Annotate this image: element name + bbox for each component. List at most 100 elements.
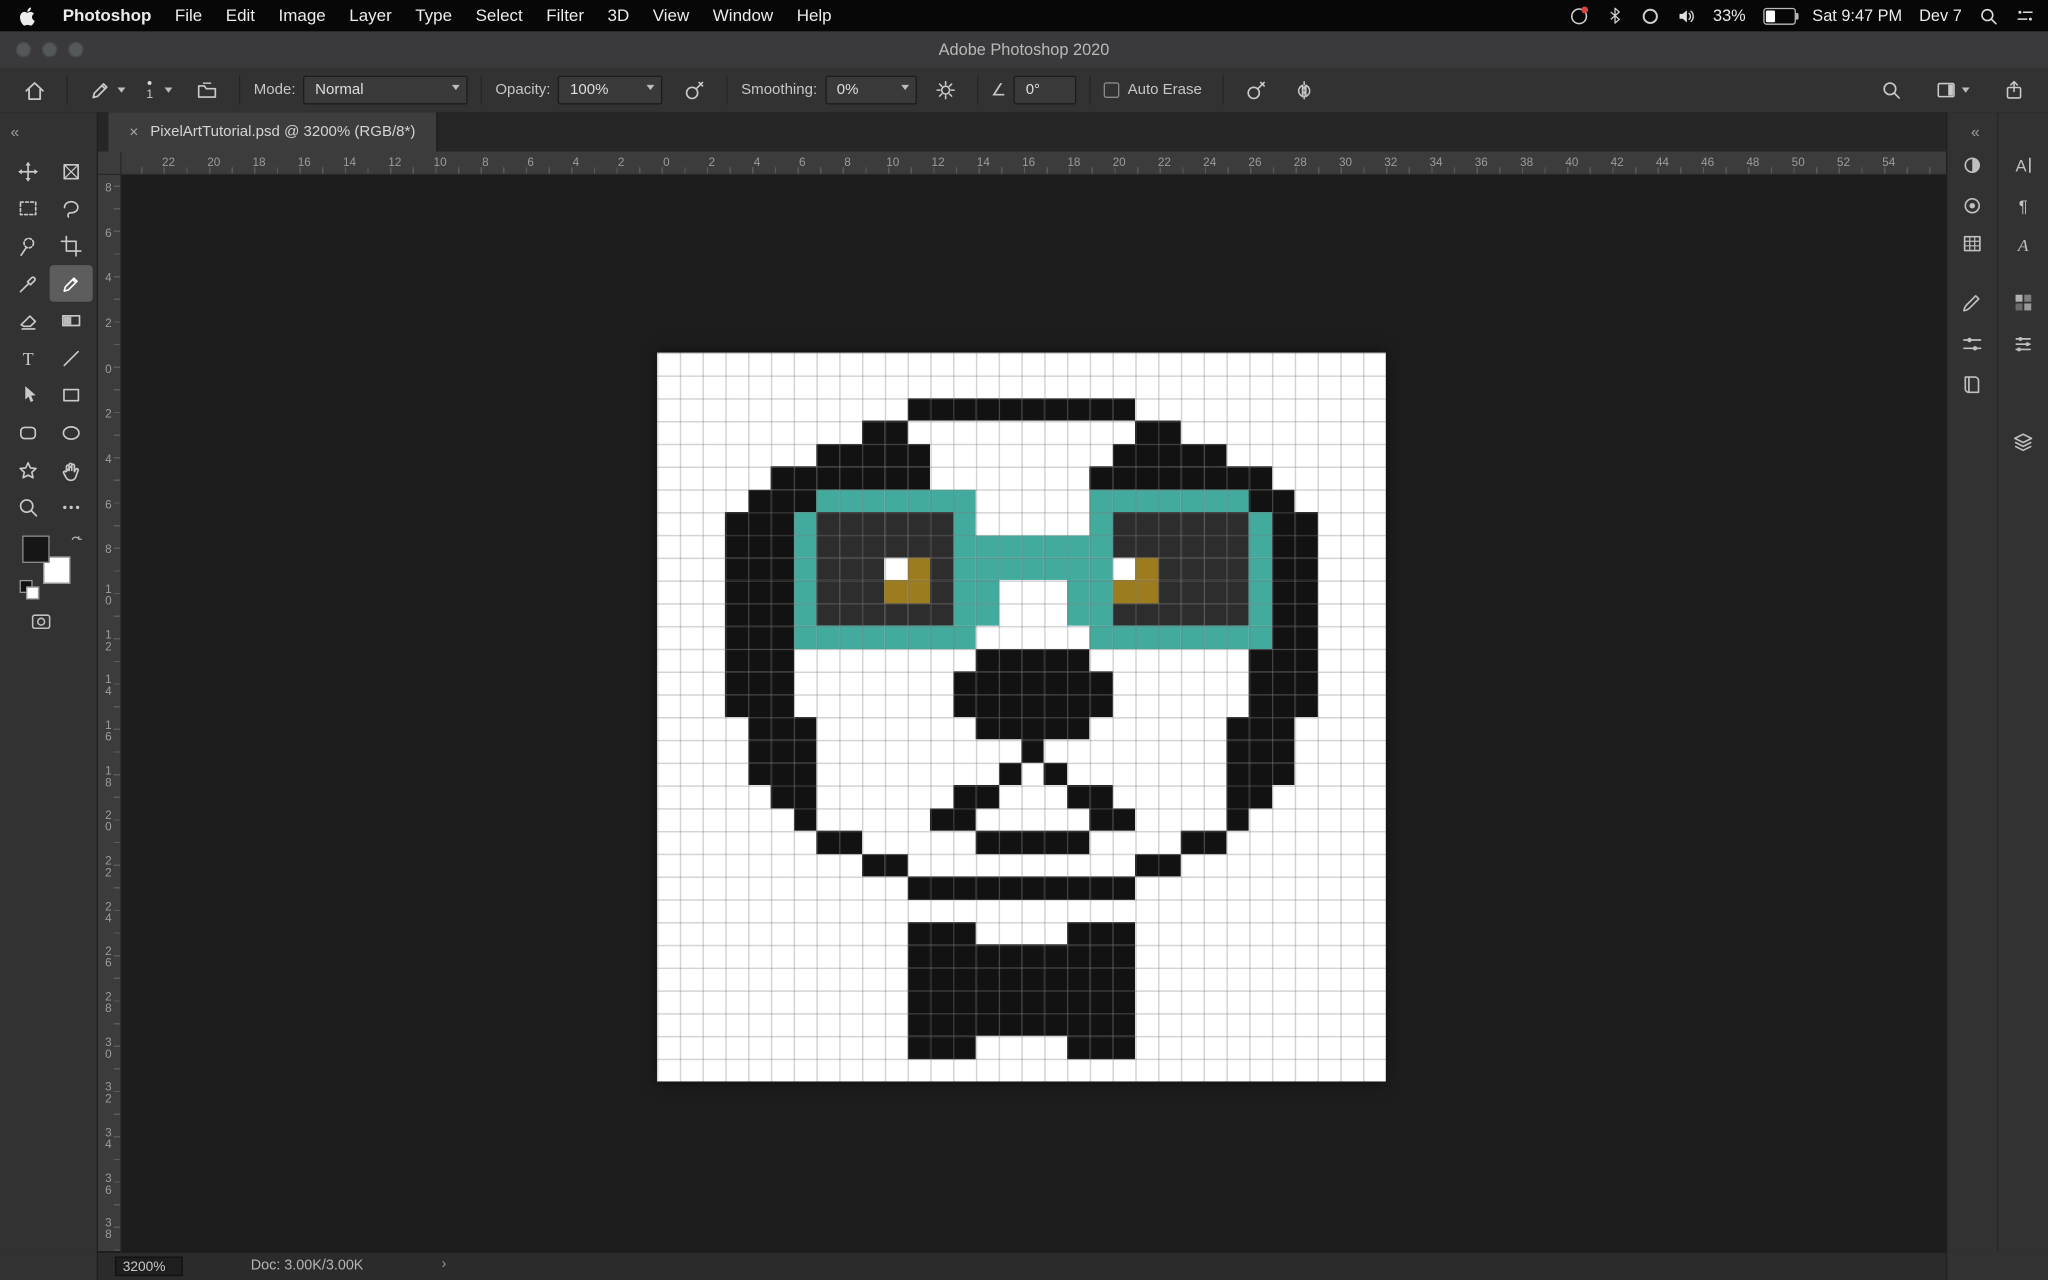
gradient-tool[interactable] (50, 302, 93, 339)
swap-colors-icon[interactable] (69, 533, 86, 550)
eyedropper-tool[interactable] (7, 265, 50, 302)
collapse-tools-icon[interactable]: « (10, 123, 19, 141)
panel-icon-paragraph[interactable]: ¶ (2012, 195, 2034, 217)
type-tool[interactable]: T (7, 340, 50, 377)
apple-menu-icon[interactable] (0, 6, 51, 26)
frame-tool[interactable] (50, 153, 93, 190)
panel-icon-character[interactable]: A (2012, 154, 2034, 176)
quick-select-tool[interactable] (7, 228, 50, 265)
bluetooth-icon[interactable] (1606, 7, 1623, 25)
pixel (839, 489, 862, 512)
pixel (1226, 785, 1249, 808)
pixel (885, 467, 908, 490)
panel-icon-glyphs[interactable]: A (2012, 234, 2034, 256)
panel-icon-color[interactable] (1961, 195, 1983, 217)
line-tool[interactable] (50, 340, 93, 377)
pixel (908, 1013, 931, 1036)
pixel (1135, 854, 1158, 877)
panel-icon-adjustments[interactable] (1961, 154, 1983, 176)
auto-erase-checkbox[interactable] (1104, 82, 1120, 98)
menu-item-filter[interactable]: Filter (535, 0, 596, 31)
panel-icon-tool-presets[interactable] (1961, 333, 1983, 355)
spotlight-icon[interactable] (1979, 6, 1999, 26)
eraser-tool[interactable] (7, 302, 50, 339)
volume-icon[interactable] (1676, 6, 1696, 26)
menu-item-image[interactable]: Image (267, 0, 338, 31)
home-button[interactable] (16, 79, 54, 101)
menu-clock[interactable]: Sat 9:47 PM (1812, 7, 1902, 25)
search-icon[interactable] (1873, 80, 1910, 101)
zoom-window-button[interactable] (68, 42, 84, 58)
quick-mask-icon[interactable] (29, 611, 54, 632)
control-center-icon[interactable] (2015, 7, 2035, 25)
crop-tool[interactable] (50, 228, 93, 265)
app-badge-icon[interactable] (1568, 5, 1589, 26)
panel-icon-layers[interactable] (2012, 431, 2034, 453)
pixel (1272, 626, 1295, 649)
menu-item-help[interactable]: Help (785, 0, 843, 31)
status-ring-icon[interactable] (1640, 6, 1660, 26)
close-tab-icon[interactable]: × (129, 123, 138, 141)
document-viewport (121, 175, 1946, 1251)
pixel (771, 672, 794, 695)
opacity-pressure-icon[interactable] (676, 79, 714, 101)
pixel (1135, 580, 1158, 603)
panel-icon-properties[interactable] (2012, 333, 2034, 355)
menu-item-photoshop[interactable]: Photoshop (51, 0, 163, 31)
pixel (953, 489, 976, 512)
hand-tool[interactable] (50, 452, 93, 489)
share-icon[interactable] (1996, 80, 2033, 101)
lasso-tool[interactable] (50, 190, 93, 227)
marquee-tool[interactable] (7, 190, 50, 227)
menu-item-select[interactable]: Select (464, 0, 535, 31)
panel-icon-swatches[interactable] (2012, 291, 2034, 313)
zoom-tool[interactable] (7, 489, 50, 526)
mode-dropdown[interactable]: Normal (303, 76, 468, 105)
menu-device[interactable]: Dev 7 (1919, 7, 1962, 25)
panel-icon-brush-settings[interactable] (1961, 291, 1983, 313)
zoom-level-field[interactable]: 3200% (115, 1256, 183, 1276)
menu-item-layer[interactable]: Layer (337, 0, 403, 31)
brush-picker-caret[interactable] (165, 88, 173, 93)
canvas[interactable] (657, 353, 1386, 1082)
menu-item-file[interactable]: File (163, 0, 214, 31)
ellipse-tool[interactable] (50, 414, 93, 451)
rectangle-tool[interactable] (50, 377, 93, 414)
pixel (748, 740, 771, 763)
custom-shape-tool[interactable] (7, 452, 50, 489)
pixel (976, 535, 999, 558)
menu-item-window[interactable]: Window (701, 0, 785, 31)
opacity-dropdown[interactable]: 100% (558, 76, 662, 105)
status-options-chevron[interactable]: › (441, 1256, 446, 1272)
paint-symmetry-icon[interactable] (1285, 79, 1323, 101)
foreground-color-swatch[interactable] (22, 536, 49, 563)
pixel (1249, 489, 1272, 512)
pixel (1090, 694, 1113, 717)
minimize-window-button[interactable] (42, 42, 58, 58)
brush-preview[interactable]: 1 (146, 80, 153, 100)
panel-icon-libraries[interactable] (1961, 374, 1983, 396)
move-tool[interactable] (7, 153, 50, 190)
menu-item-edit[interactable]: Edit (214, 0, 267, 31)
close-window-button[interactable] (16, 42, 32, 58)
panel-icon-info[interactable] (1961, 232, 1983, 254)
menu-item-view[interactable]: View (641, 0, 701, 31)
toggle-brush-panel-button[interactable] (188, 79, 226, 101)
pencil-tool[interactable] (50, 265, 93, 302)
rounded-rectangle-tool[interactable] (7, 414, 50, 451)
pixel (908, 489, 931, 512)
workspace-switcher-icon[interactable] (1928, 80, 1978, 101)
menu-item-3d[interactable]: 3D (596, 0, 641, 31)
smoothing-dropdown[interactable]: 0% (825, 76, 916, 105)
pixel (1067, 535, 1090, 558)
tool-preset-button[interactable] (81, 78, 133, 102)
smoothing-options-gear-icon[interactable] (927, 80, 964, 101)
path-select-tool[interactable] (7, 377, 50, 414)
menu-item-type[interactable]: Type (403, 0, 463, 31)
auto-erase-control[interactable]: Auto Erase (1104, 82, 1210, 98)
size-pressure-icon[interactable] (1237, 79, 1275, 101)
pixel (794, 808, 817, 831)
document-tab[interactable]: × PixelArtTutorial.psd @ 3200% (RGB/8*) (108, 112, 437, 151)
angle-field[interactable]: 0° (1014, 76, 1077, 105)
more-tool[interactable] (50, 489, 93, 526)
